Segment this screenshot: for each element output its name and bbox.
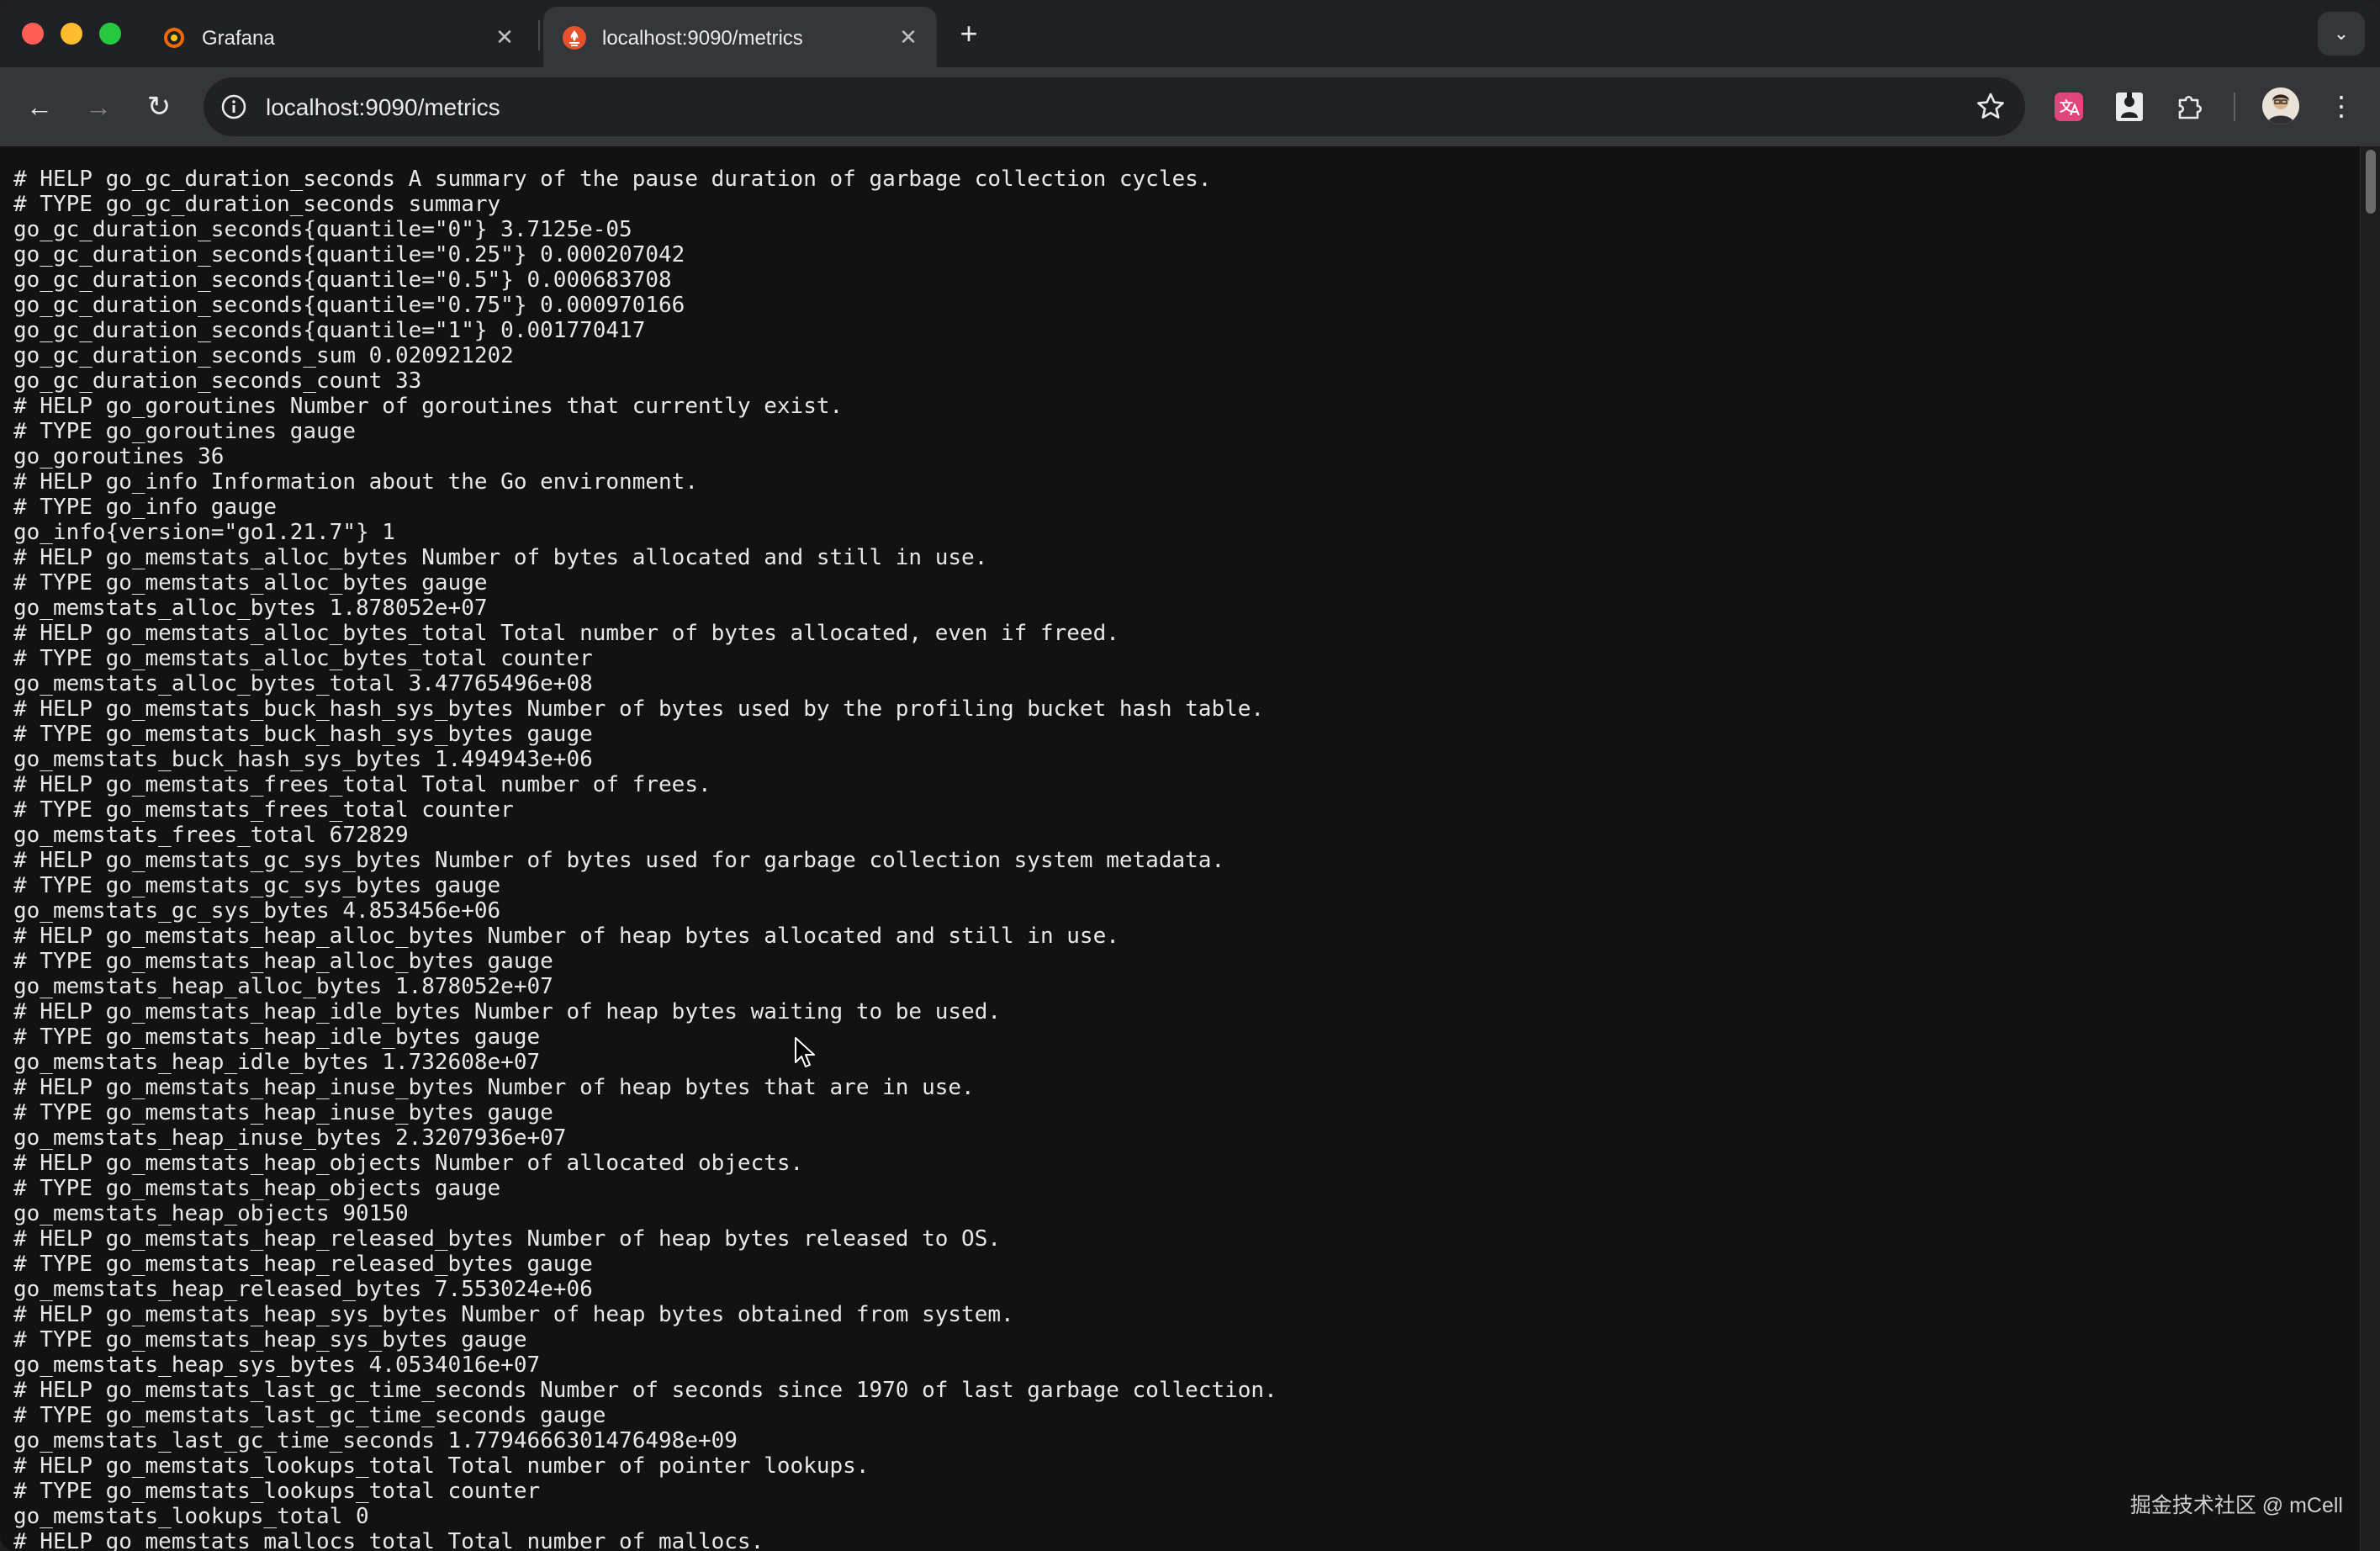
metric-value-line: go_memstats_heap_released_bytes 7.553024…	[13, 1277, 593, 1302]
browser-toolbar: ← → ↻ localhost:9090/metrics 文 ⋮	[0, 67, 2380, 146]
tab-title: Grafana	[202, 27, 275, 50]
metric-comment-line: # TYPE go_memstats_heap_sys_bytes gauge	[13, 1327, 527, 1352]
metric-value-line: go_memstats_heap_alloc_bytes 1.878052e+0…	[13, 974, 553, 999]
prometheus-icon	[563, 26, 586, 50]
metric-value-line: go_memstats_lookups_total 0	[13, 1504, 369, 1529]
vertical-scrollbar[interactable]	[2360, 146, 2380, 1551]
metric-comment-line: # HELP go_goroutines Number of goroutine…	[13, 394, 844, 419]
maximize-window-button[interactable]	[99, 23, 121, 45]
site-info-icon[interactable]	[219, 92, 249, 122]
metric-comment-line: # TYPE go_memstats_buck_hash_sys_bytes g…	[13, 722, 593, 747]
metric-value-line: go_goroutines 36	[13, 444, 225, 469]
metric-comment-line: # HELP go_memstats_heap_inuse_bytes Numb…	[13, 1075, 975, 1100]
metric-comment-line: # HELP go_memstats_buck_hash_sys_bytes N…	[13, 696, 1265, 722]
metric-comment-line: # TYPE go_memstats_alloc_bytes_total cou…	[13, 646, 593, 671]
tab-metrics[interactable]: localhost:9090/metrics ✕	[543, 7, 937, 67]
metric-comment-line: # HELP go_memstats_heap_idle_bytes Numbe…	[13, 999, 1001, 1024]
minimize-window-button[interactable]	[61, 23, 82, 45]
watermark-text: 掘金技术社区 @ mCell	[2129, 1494, 2343, 1517]
url-text[interactable]: localhost:9090/metrics	[266, 94, 500, 121]
tab-divider	[538, 20, 540, 50]
metric-comment-line: # TYPE go_memstats_frees_total counter	[13, 797, 514, 823]
close-tab-icon[interactable]: ✕	[491, 24, 518, 50]
browser-window: Grafana ✕ localhost:9090/metrics ✕ + ⌄ ←…	[0, 0, 2380, 1551]
metric-value-line: go_gc_duration_seconds_sum 0.020921202	[13, 343, 514, 368]
metric-value-line: go_memstats_gc_sys_bytes 4.853456e+06	[13, 898, 501, 924]
avatar-icon	[2262, 87, 2299, 124]
bookmark-star-icon[interactable]	[1973, 89, 2008, 124]
metric-comment-line: # TYPE go_memstats_heap_alloc_bytes gaug…	[13, 949, 553, 974]
reload-button[interactable]: ↻	[138, 86, 180, 128]
metric-comment-line: # HELP go_memstats_mallocs_total Total n…	[13, 1529, 764, 1551]
metric-comment-line: # HELP go_memstats_frees_total Total num…	[13, 772, 711, 797]
metric-value-line: go_gc_duration_seconds{quantile="0.25"} …	[13, 242, 685, 267]
forward-button[interactable]: →	[77, 86, 119, 128]
close-window-button[interactable]	[22, 23, 44, 45]
metric-value-line: go_memstats_heap_idle_bytes 1.732608e+07	[13, 1050, 541, 1075]
metric-comment-line: # TYPE go_memstats_heap_released_bytes g…	[13, 1252, 593, 1277]
metric-comment-line: # TYPE go_memstats_heap_inuse_bytes gaug…	[13, 1100, 553, 1125]
page-content: # HELP go_gc_duration_seconds A summary …	[0, 146, 2360, 1551]
metric-comment-line: # HELP go_gc_duration_seconds A summary …	[13, 167, 1212, 192]
metric-value-line: go_memstats_frees_total 672829	[13, 823, 409, 848]
metric-comment-line: # HELP go_memstats_heap_alloc_bytes Numb…	[13, 924, 1119, 949]
metric-value-line: go_memstats_heap_sys_bytes 4.0534016e+07	[13, 1352, 541, 1378]
close-tab-icon[interactable]: ✕	[895, 24, 922, 50]
metric-value-line: go_info{version="go1.21.7"} 1	[13, 520, 395, 545]
metric-value-line: go_memstats_alloc_bytes_total 3.47765496…	[13, 671, 593, 696]
metric-value-line: go_gc_duration_seconds_count 33	[13, 368, 422, 394]
metric-comment-line: # HELP go_info Information about the Go …	[13, 469, 698, 495]
tab-strip: Grafana ✕ localhost:9090/metrics ✕ + ⌄	[0, 0, 2380, 67]
address-bar[interactable]: localhost:9090/metrics	[204, 77, 2025, 136]
toolbar-divider	[2234, 93, 2235, 121]
metric-comment-line: # TYPE go_memstats_last_gc_time_seconds …	[13, 1403, 606, 1428]
tab-title: localhost:9090/metrics	[602, 27, 803, 50]
metric-comment-line: # HELP go_memstats_gc_sys_bytes Number o…	[13, 848, 1225, 873]
metric-comment-line: # TYPE go_memstats_heap_objects gauge	[13, 1176, 501, 1201]
scrollbar-thumb[interactable]	[2366, 150, 2376, 214]
metric-comment-line: # TYPE go_goroutines gauge	[13, 419, 356, 444]
metric-value-line: go_memstats_alloc_bytes 1.878052e+07	[13, 596, 488, 621]
metric-value-line: go_memstats_heap_objects 90150	[13, 1201, 409, 1226]
metric-comment-line: # HELP go_memstats_heap_sys_bytes Number…	[13, 1302, 1014, 1327]
metric-comment-line: # TYPE go_info gauge	[13, 495, 278, 520]
metric-value-line: go_memstats_last_gc_time_seconds 1.77946…	[13, 1428, 738, 1453]
metric-comment-line: # TYPE go_memstats_gc_sys_bytes gauge	[13, 873, 501, 898]
metric-comment-line: # TYPE go_memstats_lookups_total counter	[13, 1479, 541, 1504]
metric-value-line: go_gc_duration_seconds{quantile="1"} 0.0…	[13, 318, 646, 343]
tab-grafana[interactable]: Grafana ✕	[143, 7, 533, 67]
metric-value-line: go_gc_duration_seconds{quantile="0"} 3.7…	[13, 217, 632, 242]
metric-value-line: go_memstats_heap_inuse_bytes 2.3207936e+…	[13, 1125, 567, 1151]
mouse-cursor-icon	[795, 1037, 815, 1067]
tab-search-button[interactable]: ⌄	[2318, 12, 2365, 56]
metric-comment-line: # HELP go_memstats_heap_released_bytes N…	[13, 1226, 1001, 1252]
browser-menu-button[interactable]: ⋮	[2324, 87, 2358, 124]
extensions-puzzle-icon[interactable]	[2173, 90, 2207, 124]
metric-comment-line: # HELP go_memstats_alloc_bytes_total Tot…	[13, 621, 1119, 646]
translate-extension-icon[interactable]: 文	[2052, 90, 2086, 124]
metric-comment-line: # TYPE go_gc_duration_seconds summary	[13, 192, 501, 217]
bookmark-extension-icon[interactable]	[2113, 90, 2146, 124]
metric-value-line: go_memstats_buck_hash_sys_bytes 1.494943…	[13, 747, 593, 772]
back-button[interactable]: ←	[19, 86, 61, 128]
grafana-icon	[164, 27, 184, 48]
metric-comment-line: # HELP go_memstats_last_gc_time_seconds …	[13, 1378, 1277, 1403]
new-tab-button[interactable]: +	[950, 15, 987, 52]
metric-value-line: go_gc_duration_seconds{quantile="0.75"} …	[13, 293, 685, 318]
metric-comment-line: # HELP go_memstats_alloc_bytes Number of…	[13, 545, 988, 570]
metric-comment-line: # HELP go_memstats_heap_objects Number o…	[13, 1151, 804, 1176]
metrics-text: # HELP go_gc_duration_seconds A summary …	[13, 167, 1277, 1551]
metric-comment-line: # TYPE go_memstats_heap_idle_bytes gauge	[13, 1024, 541, 1050]
metric-value-line: go_gc_duration_seconds{quantile="0.5"} 0…	[13, 267, 672, 293]
profile-avatar[interactable]	[2262, 87, 2299, 124]
metric-comment-line: # HELP go_memstats_lookups_total Total n…	[13, 1453, 870, 1479]
metric-comment-line: # TYPE go_memstats_alloc_bytes gauge	[13, 570, 488, 596]
